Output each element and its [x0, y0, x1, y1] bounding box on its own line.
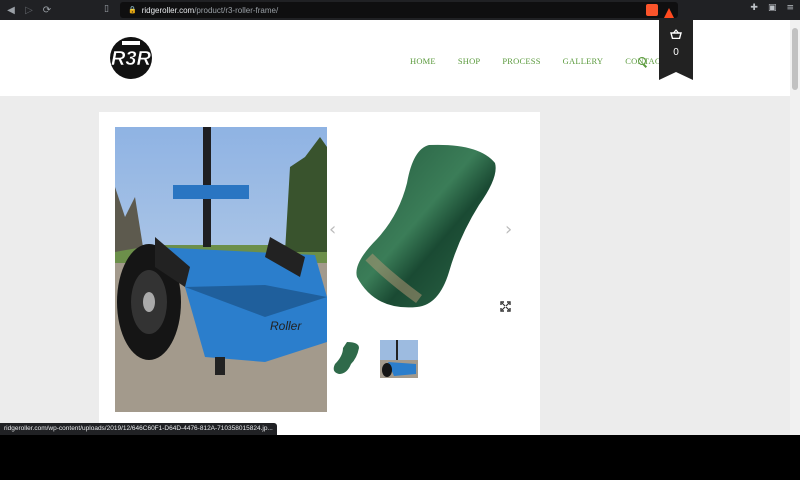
- brave-shield-icon[interactable]: [646, 4, 658, 16]
- extensions-icon[interactable]: ✚: [750, 3, 758, 13]
- zoom-icon[interactable]: [500, 301, 511, 312]
- address-bar[interactable]: 🔒 ridgeroller.com/product/r3-roller-fram…: [120, 2, 678, 18]
- next-arrow-icon[interactable]: ›: [505, 219, 512, 240]
- product-gallery: Roller ‹ ›: [99, 112, 540, 435]
- main-nav: HOME SHOP PROCESS GALLERY CONTACT US: [410, 56, 694, 66]
- reload-icon[interactable]: ⟳: [40, 3, 54, 17]
- product-main-image[interactable]: Roller: [115, 127, 327, 412]
- site-header: R3R HOME SHOP PROCESS GALLERY CONTACT US…: [0, 20, 790, 96]
- forward-icon[interactable]: ▷: [22, 3, 36, 17]
- url-path: /product/r3-roller-frame/: [194, 5, 279, 15]
- lock-icon: 🔒: [128, 7, 137, 14]
- thumbnail-cart[interactable]: [380, 340, 418, 378]
- cart-count: 0: [673, 47, 679, 58]
- page-scrollbar[interactable]: [790, 20, 800, 435]
- url-host: ridgeroller.com: [141, 5, 195, 15]
- svg-text:R3R: R3R: [111, 48, 152, 70]
- menu-icon[interactable]: ≡: [786, 3, 794, 13]
- scrollbar-thumb[interactable]: [792, 28, 798, 90]
- bookmark-icon[interactable]: ▯: [104, 4, 114, 16]
- cart-button[interactable]: 0: [659, 20, 693, 80]
- basket-icon: [670, 29, 682, 39]
- status-url: ridgeroller.com/wp-content/uploads/2019/…: [0, 423, 277, 435]
- wallet-icon[interactable]: ▣: [768, 3, 777, 13]
- nav-shop[interactable]: SHOP: [458, 56, 481, 66]
- product-swatch-image[interactable]: ‹ ›: [329, 127, 525, 322]
- back-icon[interactable]: ◀: [4, 3, 18, 17]
- browser-toolbar: ◀ ▷ ⟳ ▯ 🔒 ridgeroller.com/product/r3-rol…: [0, 0, 800, 20]
- nav-gallery[interactable]: GALLERY: [563, 56, 604, 66]
- nav-process[interactable]: PROCESS: [502, 56, 540, 66]
- screen-bottom: [0, 435, 800, 480]
- page: R3R HOME SHOP PROCESS GALLERY CONTACT US…: [0, 20, 790, 435]
- thumbnail-swatch[interactable]: [331, 340, 361, 376]
- site-logo[interactable]: R3R: [100, 36, 162, 80]
- prev-arrow-icon[interactable]: ‹: [329, 219, 336, 240]
- nav-home[interactable]: HOME: [410, 56, 436, 66]
- search-icon[interactable]: [638, 57, 646, 65]
- svg-text:Roller: Roller: [270, 319, 302, 333]
- brave-rewards-icon[interactable]: [663, 4, 675, 18]
